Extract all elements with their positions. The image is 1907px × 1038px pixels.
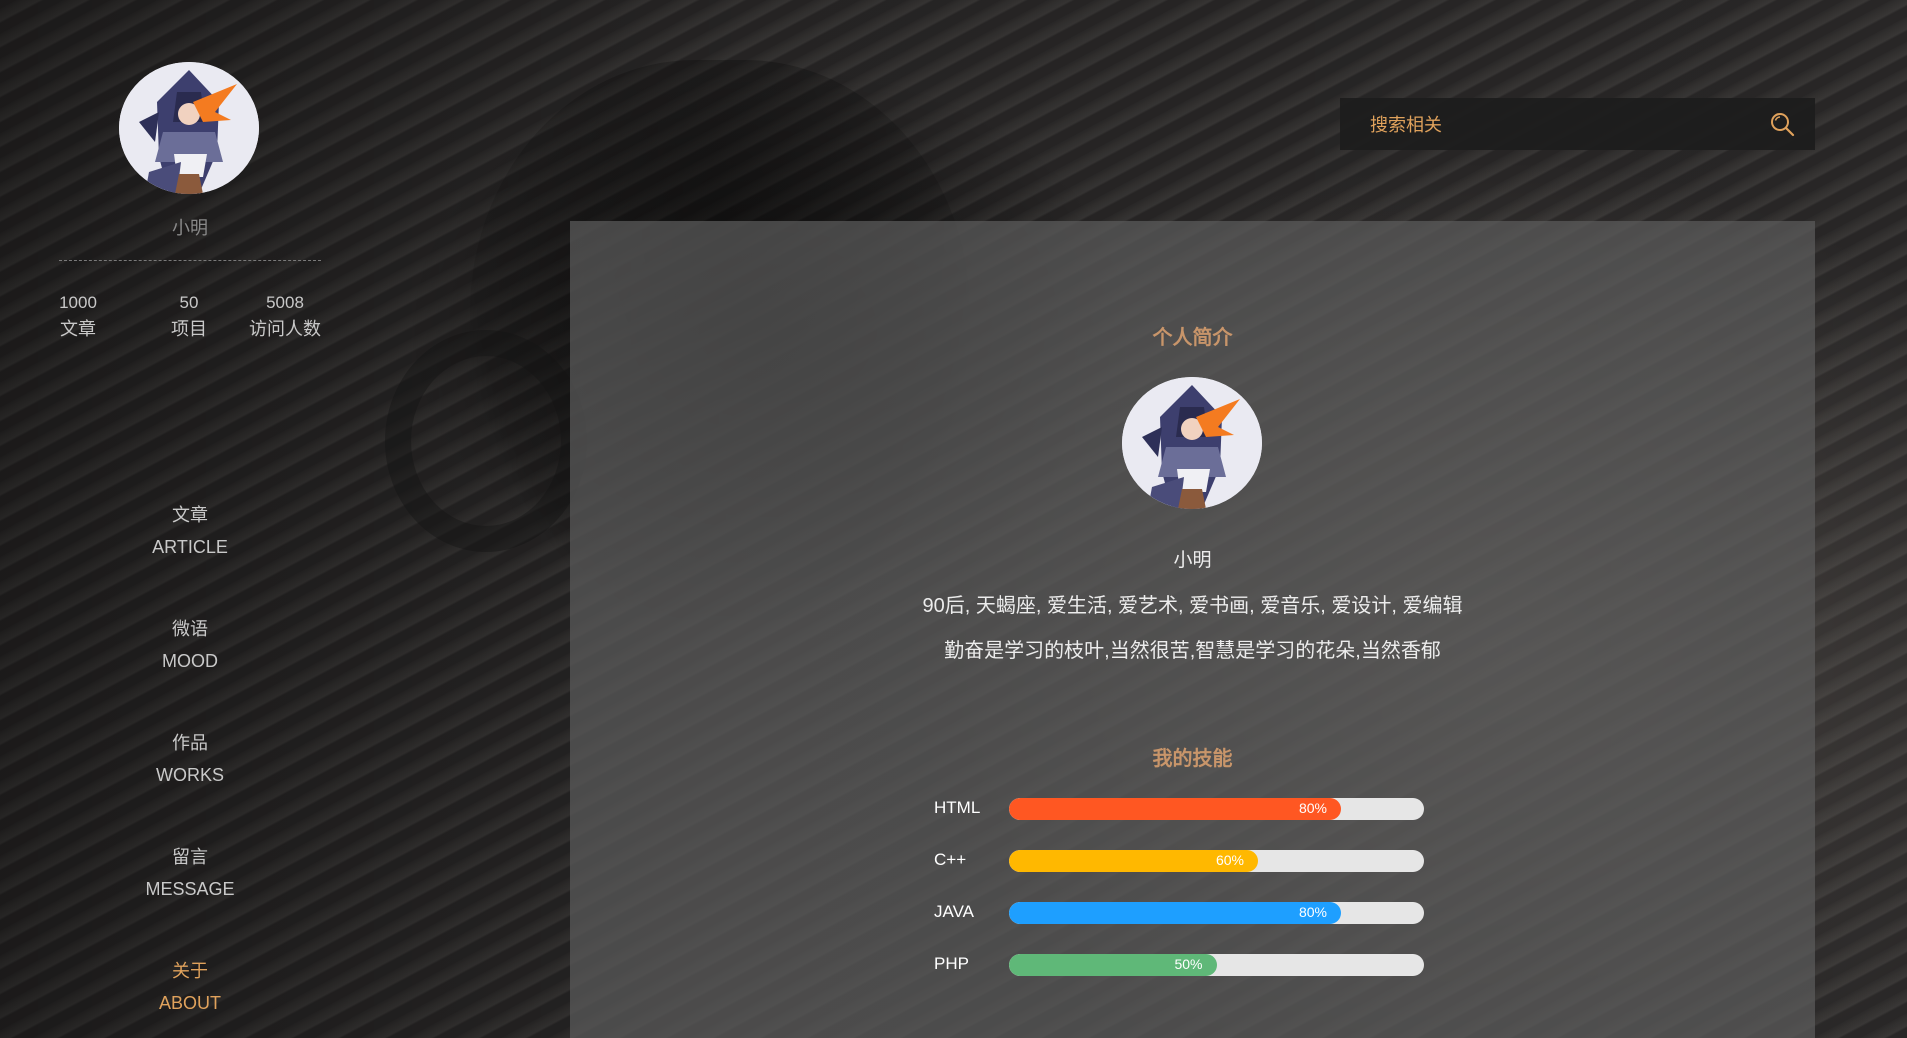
sidebar: 小明 1000 文章 50 项目 5008 访问人数 文章 ARTICLE 微语… — [0, 0, 380, 1038]
nav-item-label-cn: 留言 — [172, 847, 208, 867]
skill-percent-label: 80% — [1298, 800, 1327, 816]
nav-item-label-cn: 关于 — [172, 961, 208, 981]
search-icon[interactable] — [1769, 111, 1795, 137]
skill-progress-track: 80% — [1009, 902, 1424, 924]
search-bar — [1340, 98, 1815, 152]
background-mug-handle — [385, 330, 587, 552]
nav-item-label-en: MOOD — [162, 651, 218, 671]
skill-row: JAVA 80% — [934, 899, 1434, 927]
nav-item-works[interactable]: 作品 WORKS — [0, 728, 380, 792]
sidebar-username: 小明 — [172, 218, 208, 238]
stat-label: 访问人数 — [249, 319, 321, 339]
nav-item-label-cn: 作品 — [172, 733, 208, 753]
skill-name: PHP — [934, 954, 969, 973]
profile-bio-line-1: 90后, 天蝎座, 爱生活, 爱艺术, 爱书画, 爱音乐, 爱设计, 爱编辑 — [922, 595, 1463, 617]
profile-section-title: 个人简介 — [1152, 327, 1233, 349]
profile-bio-line-2: 勤奋是学习的枝叶,当然很苦,智慧是学习的花朵,当然香郁 — [944, 640, 1441, 662]
skill-row: HTML 80% — [934, 795, 1434, 823]
avatar-image — [1122, 377, 1262, 509]
skill-progress-track: 60% — [1009, 850, 1424, 872]
sidebar-divider — [59, 260, 321, 261]
skill-name: JAVA — [934, 902, 974, 921]
stat-label: 文章 — [60, 319, 96, 339]
skill-percent-label: 60% — [1215, 852, 1244, 868]
skill-progress-fill: 60% — [1009, 850, 1258, 872]
skill-name: C++ — [934, 850, 967, 869]
skills-section-title: 我的技能 — [1152, 748, 1233, 770]
avatar-image — [119, 62, 259, 194]
skill-progress-track: 50% — [1009, 954, 1424, 976]
skill-progress-fill: 80% — [1009, 798, 1341, 820]
stat-value: 5008 — [266, 293, 304, 312]
nav-item-label-cn: 文章 — [172, 505, 208, 525]
skill-row: C++ 60% — [934, 847, 1434, 875]
stat-value: 50 — [179, 293, 199, 312]
about-panel: 个人简介 小明 90后, 天蝎座, 爱生活, 爱艺术, 爱书画, 爱音乐, 爱设… — [570, 221, 1815, 1038]
nav-item-label-en: MESSAGE — [145, 879, 235, 899]
stat-visitors: 5008 访问人数 — [235, 290, 335, 342]
avatar[interactable] — [119, 62, 259, 194]
nav-item-label-en: ARTICLE — [152, 537, 228, 557]
nav-item-about[interactable]: 关于 ABOUT — [0, 956, 380, 1020]
nav-item-label-cn: 微语 — [172, 619, 208, 639]
skill-progress-track: 80% — [1009, 798, 1424, 820]
stat-articles: 1000 文章 — [28, 290, 128, 342]
skill-row: PHP 50% — [934, 951, 1434, 979]
stat-projects: 50 项目 — [139, 290, 239, 342]
stat-label: 项目 — [171, 319, 207, 339]
nav-item-label-en: WORKS — [155, 765, 224, 785]
skill-percent-label: 80% — [1298, 904, 1327, 920]
skill-name: HTML — [934, 798, 981, 817]
skill-progress-fill: 50% — [1009, 954, 1217, 976]
nav-item-label-en: ABOUT — [158, 993, 221, 1013]
profile-avatar — [1122, 377, 1262, 509]
nav-item-mood[interactable]: 微语 MOOD — [0, 614, 380, 678]
skill-percent-label: 50% — [1174, 956, 1203, 972]
stat-value: 1000 — [59, 293, 97, 312]
nav-item-article[interactable]: 文章 ARTICLE — [0, 500, 380, 564]
skill-progress-fill: 80% — [1009, 902, 1341, 924]
nav-item-message[interactable]: 留言 MESSAGE — [0, 842, 380, 906]
profile-name: 小明 — [1173, 550, 1212, 571]
search-input[interactable] — [1368, 98, 1752, 152]
